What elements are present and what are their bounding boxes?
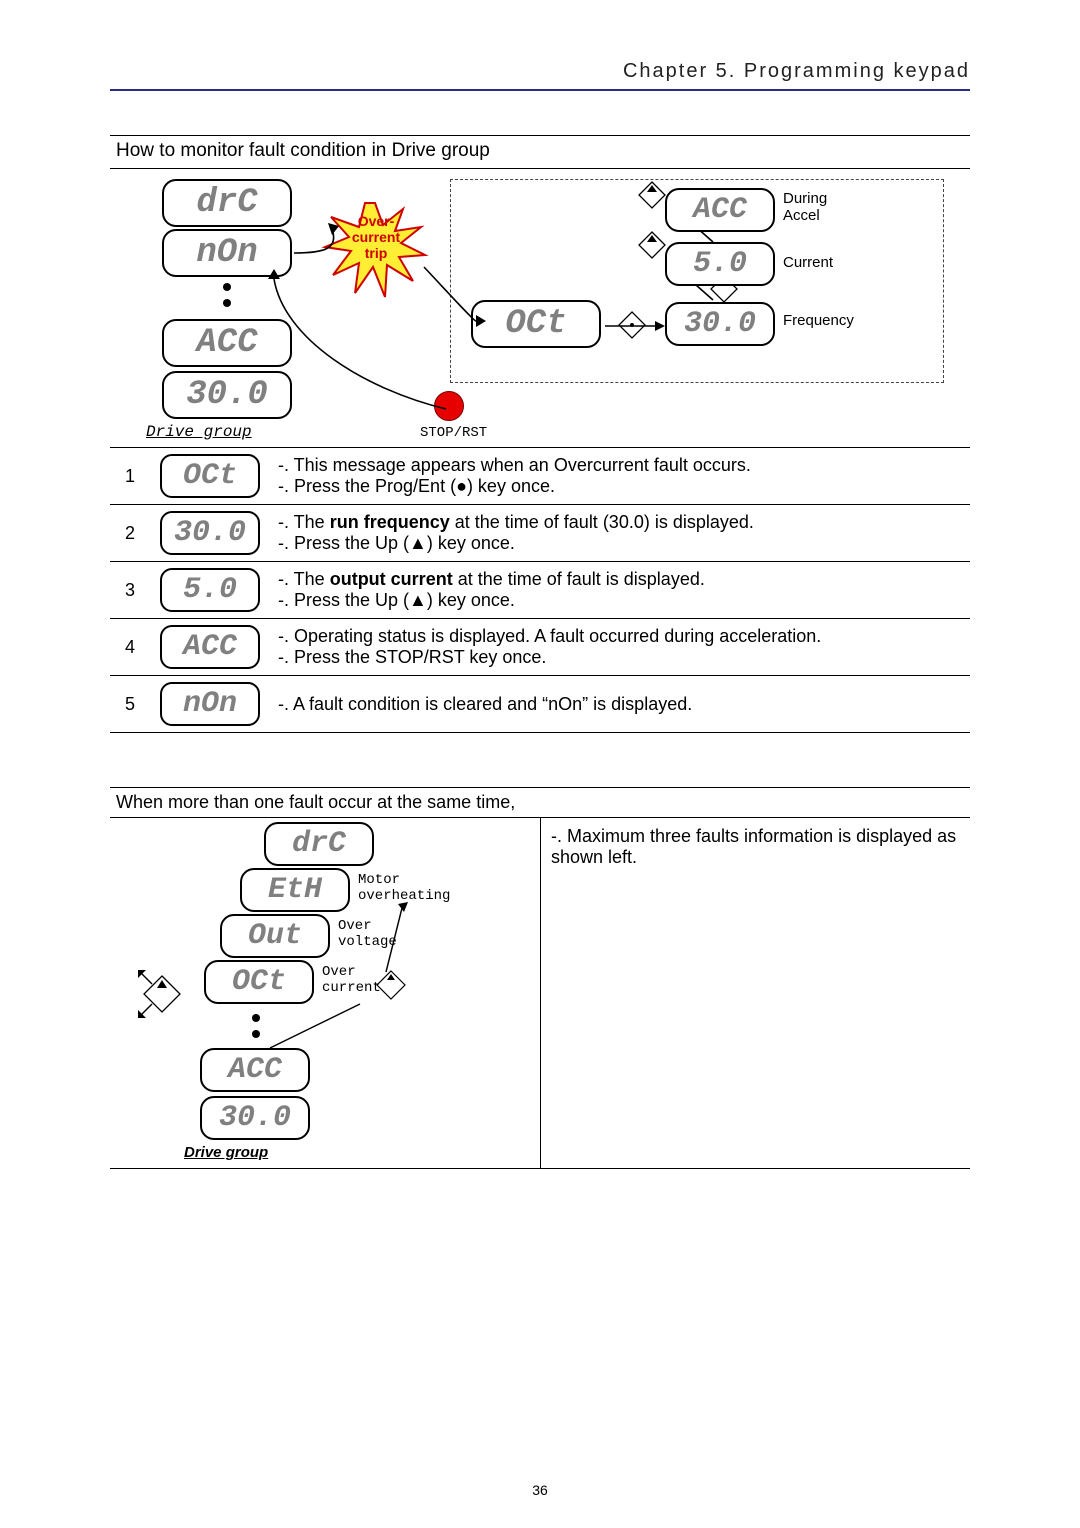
step-description: -. The output current at the time of fau… bbox=[270, 562, 970, 619]
nav-key-icon bbox=[639, 232, 665, 258]
section2-caption: When more than one fault occur at the sa… bbox=[110, 787, 970, 818]
table-row: 4ACC-. Operating status is displayed. A … bbox=[110, 619, 970, 676]
lcd-current: 5.0 bbox=[665, 242, 775, 286]
lcd-oct-2: OCt bbox=[204, 960, 314, 1004]
lcd-out: Out bbox=[220, 914, 330, 958]
nav-key-icon bbox=[138, 970, 186, 1018]
table-row: 5nOn-. A fault condition is cleared and … bbox=[110, 676, 970, 733]
chapter-header: Chapter 5. Programming keypad bbox=[110, 60, 970, 91]
step-lcd: 30.0 bbox=[150, 505, 270, 562]
step-number: 4 bbox=[110, 619, 150, 676]
ellipsis-dot bbox=[252, 1014, 260, 1022]
steps-table: 1OCt-. This message appears when an Over… bbox=[110, 447, 970, 733]
arrow-curve bbox=[358, 894, 408, 974]
step-description: -. The run frequency at the time of faul… bbox=[270, 505, 970, 562]
arrow-right bbox=[605, 318, 665, 334]
drive-group-label-2: Drive group bbox=[184, 1144, 268, 1161]
step-number: 5 bbox=[110, 676, 150, 733]
lcd-acc-2: ACC bbox=[200, 1048, 310, 1092]
callout-box: OCt 30.0 Frequency bbox=[450, 179, 944, 383]
step-description: -. This message appears when an Overcurr… bbox=[270, 448, 970, 505]
step-lcd: nOn bbox=[150, 676, 270, 733]
page-number: 36 bbox=[0, 1482, 1080, 1498]
lcd-300-2: 30.0 bbox=[200, 1096, 310, 1140]
multi-right-text: -. Maximum three faults information is d… bbox=[540, 818, 970, 1168]
step-lcd: 5.0 bbox=[150, 562, 270, 619]
multi-fault-block: drC EtH Motor overheating Out Over volta… bbox=[110, 818, 970, 1169]
lcd-eth: EtH bbox=[240, 868, 350, 912]
fault-diagram: drC nOn ACC 30.0 Drive group Over- curre… bbox=[110, 179, 950, 443]
step-description: -. Operating status is displayed. A faul… bbox=[270, 619, 970, 676]
nav-key-icon bbox=[639, 182, 665, 208]
ellipsis-dot bbox=[252, 1030, 260, 1038]
step-lcd: ACC bbox=[150, 619, 270, 676]
step-number: 1 bbox=[110, 448, 150, 505]
step-lcd: OCt bbox=[150, 448, 270, 505]
label-current: Current bbox=[783, 254, 833, 271]
label-accel: DuringAccel bbox=[783, 190, 827, 224]
step-number: 3 bbox=[110, 562, 150, 619]
section1-caption: How to monitor fault condition in Drive … bbox=[110, 135, 970, 169]
lcd-drc-2: drC bbox=[264, 822, 374, 866]
lcd-freq: 30.0 bbox=[665, 302, 775, 346]
lcd-accel: ACC bbox=[665, 188, 775, 232]
table-row: 230.0-. The run frequency at the time of… bbox=[110, 505, 970, 562]
burst-text: Over- current trip bbox=[328, 213, 424, 261]
table-row: 35.0-. The output current at the time of… bbox=[110, 562, 970, 619]
step-description: -. A fault condition is cleared and “nOn… bbox=[270, 676, 970, 733]
table-row: 1OCt-. This message appears when an Over… bbox=[110, 448, 970, 505]
label-frequency: Frequency bbox=[783, 312, 854, 329]
step-number: 2 bbox=[110, 505, 150, 562]
